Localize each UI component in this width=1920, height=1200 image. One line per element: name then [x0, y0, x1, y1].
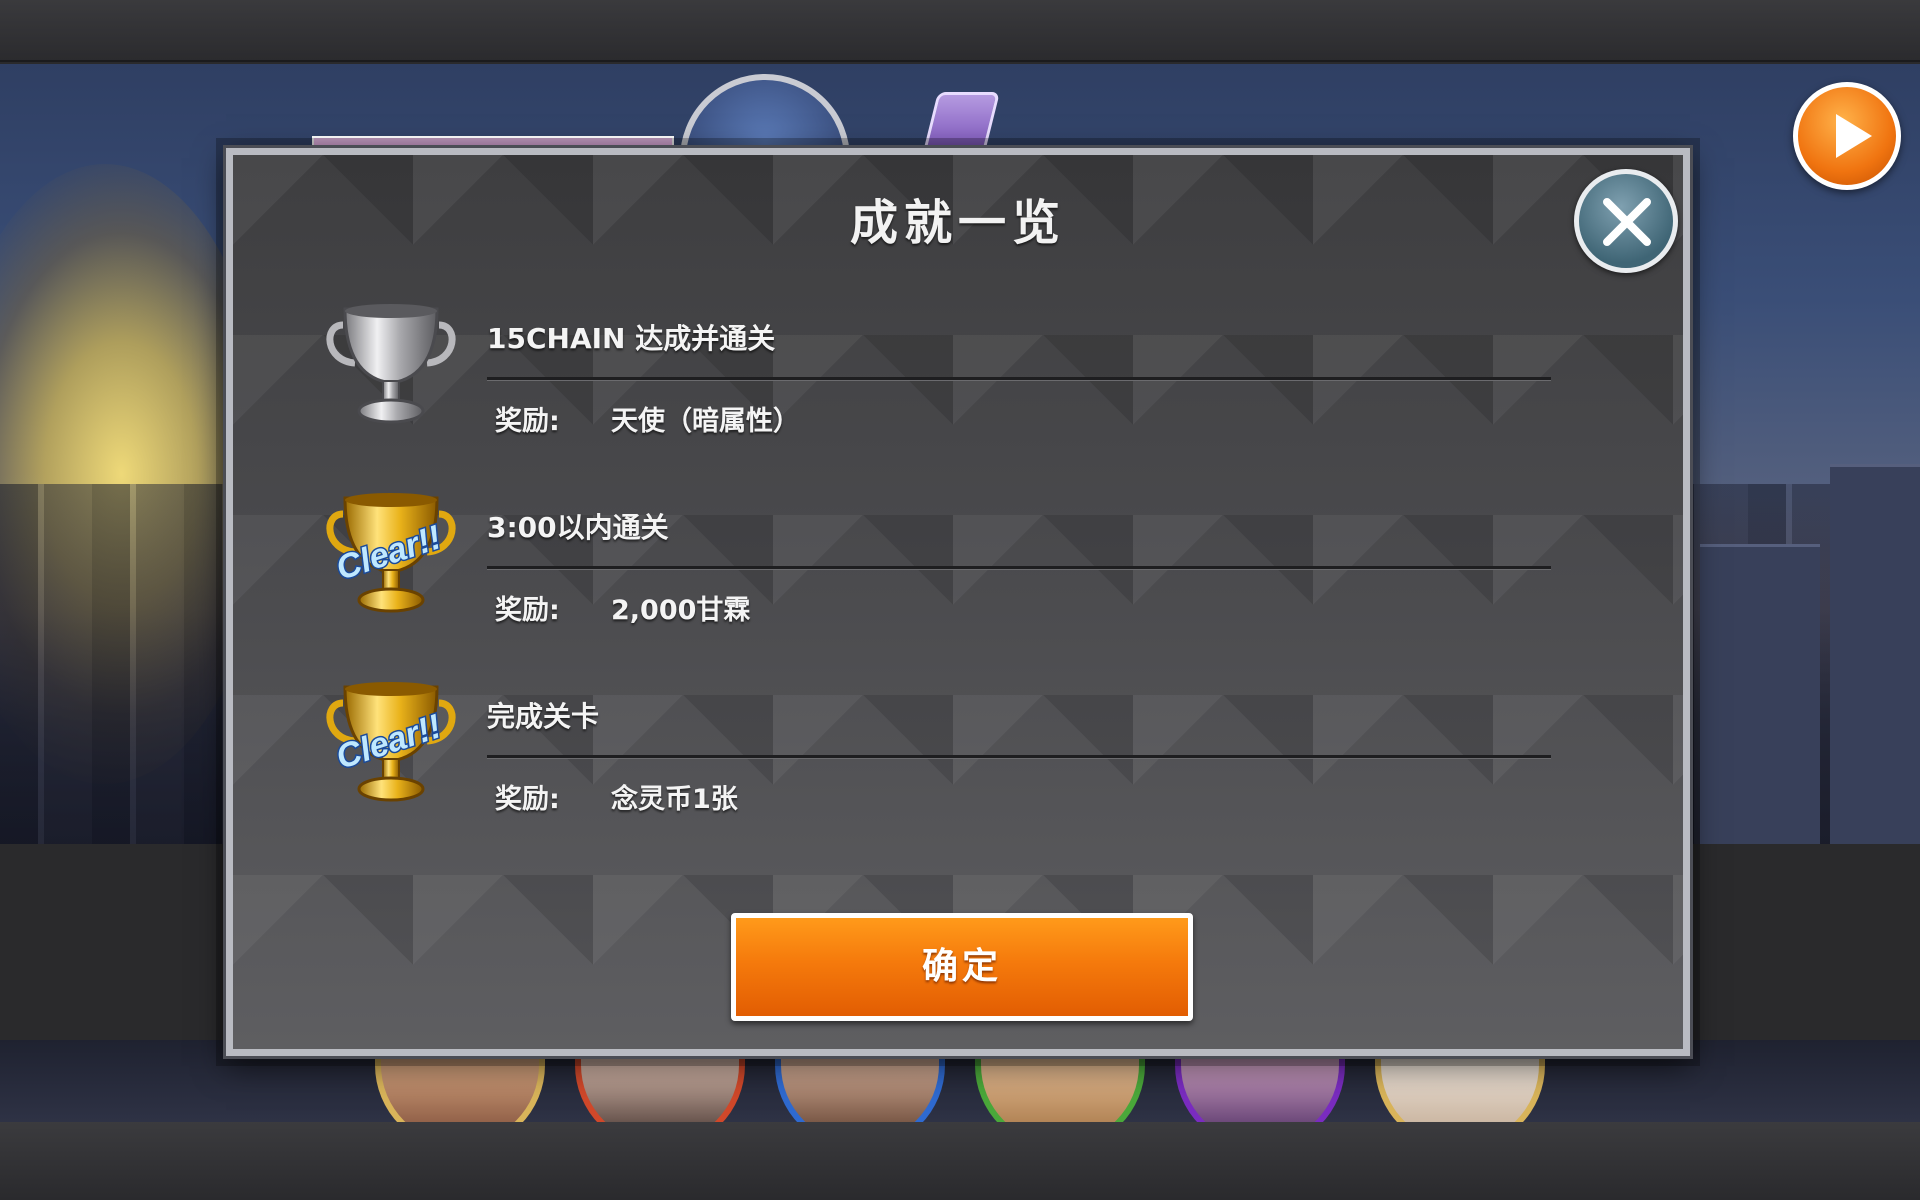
close-button[interactable] [1574, 169, 1678, 273]
confirm-button[interactable]: 确定 [731, 913, 1193, 1021]
reward-value: 2,000甘霖 [611, 595, 751, 626]
achievement-title: 3:00以内通关 [487, 511, 669, 544]
achievement-item: Clear!! 3:00以内通关 奖励: 2,000甘霖 [321, 484, 1551, 634]
divider [487, 755, 1551, 759]
modal-overlay: 成就一览 15CHAIN 达成并通关 奖励: 天使（暗属性） Clear!! 3… [0, 0, 1920, 1200]
reward-value: 念灵币1张 [611, 784, 738, 815]
silver-trophy-icon [326, 304, 456, 424]
achievement-item: Clear!! 完成关卡 奖励: 念灵币1张 [321, 673, 1551, 823]
achievement-title: 15CHAIN 达成并通关 [487, 322, 776, 355]
reward-label: 奖励: [495, 406, 560, 437]
reward-value: 天使（暗属性） [611, 406, 800, 437]
dialog-title: 成就一览 [849, 195, 1066, 251]
reward-label: 奖励: [495, 784, 560, 815]
reward-label: 奖励: [495, 595, 560, 626]
divider [487, 377, 1551, 381]
gold-trophy-icon: Clear!! [326, 682, 456, 802]
achievement-item: 15CHAIN 达成并通关 奖励: 天使（暗属性） [321, 295, 1551, 445]
close-icon [1603, 198, 1651, 246]
gold-trophy-icon: Clear!! [326, 493, 456, 613]
divider [487, 566, 1551, 570]
achievement-list-dialog: 成就一览 15CHAIN 达成并通关 奖励: 天使（暗属性） Clear!! 3… [223, 145, 1693, 1059]
achievement-title: 完成关卡 [487, 700, 600, 733]
